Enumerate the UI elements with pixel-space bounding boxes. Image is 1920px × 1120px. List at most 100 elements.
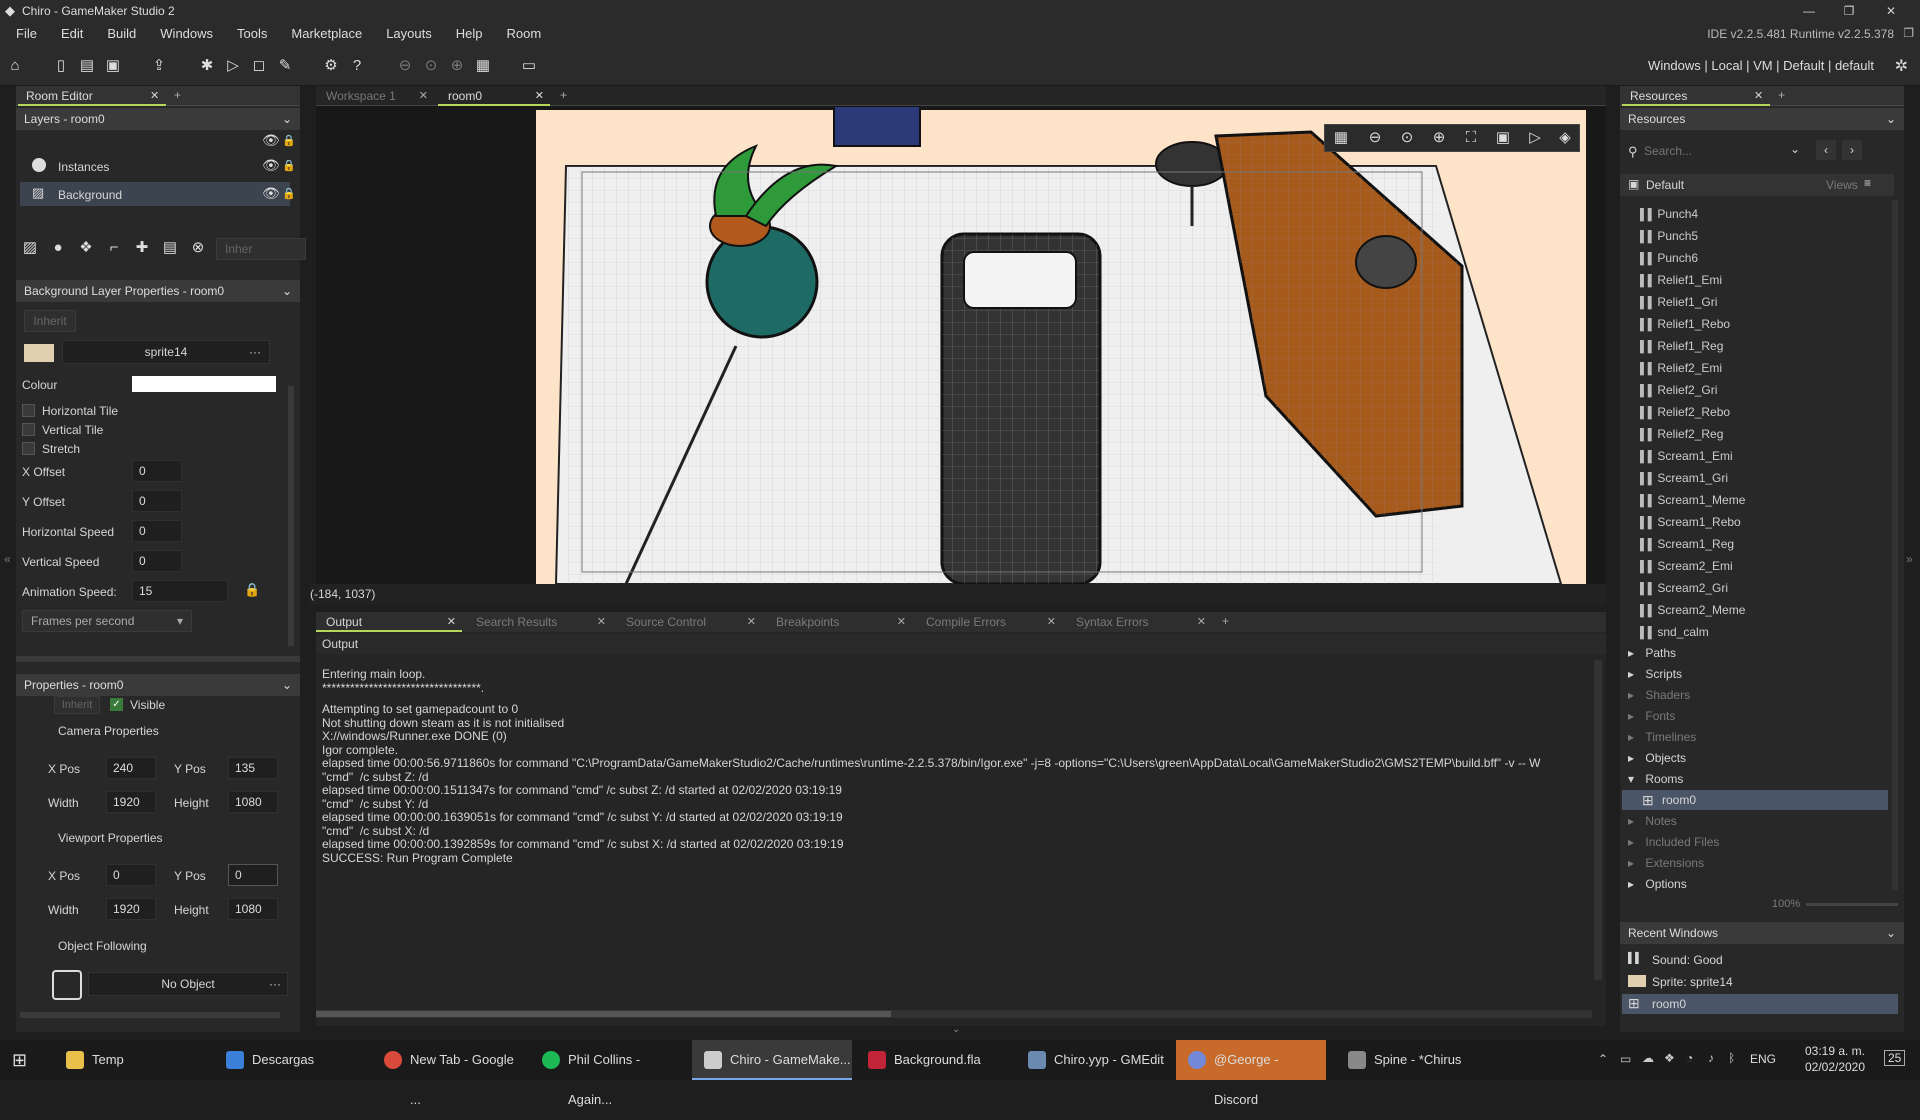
collapse-right-icon[interactable]: » xyxy=(1906,552,1913,566)
taskbar-item-chrome[interactable]: New Tab - Google ... xyxy=(372,1040,522,1107)
tab-breakpoints[interactable]: Breakpoints ✕ xyxy=(766,612,912,632)
bluetooth-icon[interactable]: ᛒ xyxy=(1728,1051,1735,1065)
debug-icon[interactable]: ✱ xyxy=(196,55,218,77)
add-asset-layer-icon[interactable]: ✚ xyxy=(130,236,154,260)
clean-icon[interactable]: ✎ xyxy=(274,55,296,77)
stretch-checkbox[interactable] xyxy=(22,442,35,455)
resource-sound-item[interactable]: ▌▌ Scream1_Rebo xyxy=(1640,512,1741,532)
lock-icon[interactable]: 🔒 xyxy=(244,582,260,598)
visible-checkbox[interactable]: ✓ xyxy=(110,698,123,711)
horizontal-scrollbar[interactable] xyxy=(20,1012,280,1018)
viewport-height-field[interactable]: 1080 xyxy=(228,898,278,920)
menu-tools[interactable]: Tools xyxy=(225,22,279,46)
minimize-icon[interactable]: — xyxy=(1794,1,1824,21)
layers-header[interactable]: Layers - room0 ⌄ xyxy=(16,108,300,130)
back-icon[interactable]: ‹ xyxy=(1816,140,1836,160)
fit-view-icon[interactable]: ⛶ xyxy=(1459,126,1483,150)
room-canvas[interactable] xyxy=(316,106,1606,584)
x-offset-field[interactable]: 0 xyxy=(132,460,182,482)
close-tab-icon[interactable]: ✕ xyxy=(1047,612,1056,632)
eye-icon[interactable]: 👁 xyxy=(262,185,280,202)
help-icon[interactable]: ? xyxy=(346,55,368,77)
resource-room-item[interactable]: ⊞ room0 xyxy=(1622,790,1888,810)
resource-sound-item[interactable]: ▌▌ Scream1_Reg xyxy=(1640,534,1734,554)
resource-sound-item[interactable]: ▌▌ Scream1_Gri xyxy=(1640,468,1728,488)
close-window-icon[interactable]: ✕ xyxy=(1876,1,1906,21)
add-tab-icon[interactable]: + xyxy=(174,88,181,102)
anim-speed-field[interactable]: 15 xyxy=(132,580,228,602)
menu-windows[interactable]: Windows xyxy=(148,22,225,46)
anim-unit-select[interactable]: Frames per second ▾ xyxy=(22,610,192,632)
folder-options[interactable]: ▸ Options xyxy=(1628,874,1687,894)
inherit-layer-button[interactable]: Inher xyxy=(216,238,306,260)
battery-icon[interactable]: ▭ xyxy=(1620,1052,1631,1066)
viewport-ypos-field[interactable]: 0 xyxy=(228,864,278,886)
add-tile-layer-icon[interactable]: ❖ xyxy=(74,236,98,260)
resource-sound-item[interactable]: ▌▌ Relief1_Gri xyxy=(1640,292,1717,312)
close-tab-icon[interactable]: ✕ xyxy=(419,86,428,106)
horizontal-scrollbar[interactable] xyxy=(16,656,300,662)
resource-sound-item[interactable]: ▌▌ Scream2_Meme xyxy=(1640,600,1745,620)
horizontal-tile-checkbox[interactable] xyxy=(22,404,35,417)
resource-sound-item[interactable]: ▌▌ Relief2_Gri xyxy=(1640,380,1717,400)
output-vertical-scrollbar[interactable] xyxy=(1594,660,1602,980)
menu-build[interactable]: Build xyxy=(95,22,148,46)
home-icon[interactable]: ⌂ xyxy=(4,55,26,77)
close-tab-icon[interactable]: ✕ xyxy=(1197,612,1206,632)
resource-sound-item[interactable]: ▌▌ Relief1_Rebo xyxy=(1640,314,1730,334)
menu-marketplace[interactable]: Marketplace xyxy=(279,22,374,46)
menu-room[interactable]: Room xyxy=(495,22,554,46)
vertical-scrollbar[interactable] xyxy=(288,386,294,646)
layer-view-icon[interactable]: ◈ xyxy=(1553,126,1577,150)
close-tab-icon[interactable]: ✕ xyxy=(535,86,544,106)
folder-included-files[interactable]: ▸ Included Files xyxy=(1628,832,1719,852)
add-path-layer-icon[interactable]: ⌐ xyxy=(102,236,126,260)
taskbar-item-temp[interactable]: Temp xyxy=(54,1040,204,1080)
delete-layer-icon[interactable]: ⊗ xyxy=(186,236,210,260)
camera-height-field[interactable]: 1080 xyxy=(228,791,278,813)
target-selector[interactable]: Windows | Local | VM | Default | default xyxy=(1648,58,1874,73)
clock[interactable]: 03:19 a. m. 02/02/2020 xyxy=(1800,1044,1870,1074)
folder-notes[interactable]: ▸ Notes xyxy=(1628,811,1677,831)
output-log[interactable]: Entering main loop. ********************… xyxy=(316,654,1592,994)
camera-view-icon[interactable]: ▣ xyxy=(1491,126,1515,150)
folder-fonts[interactable]: ▸ Fonts xyxy=(1628,706,1675,726)
lock-icon[interactable]: 🔒 xyxy=(282,134,296,147)
target-settings-icon[interactable]: ✲ xyxy=(1895,56,1908,76)
zoom-out-icon[interactable]: ⊖ xyxy=(1363,126,1387,150)
vspeed-field[interactable]: 0 xyxy=(132,550,182,572)
add-folder-icon[interactable]: ▤ xyxy=(158,236,182,260)
taskbar-item-animate[interactable]: Background.fla xyxy=(856,1040,1006,1080)
taskbar-item-gmedit[interactable]: Chiro.yyp - GMEdit xyxy=(1016,1040,1166,1080)
open-project-icon[interactable]: ▤ xyxy=(76,55,98,77)
folder-timelines[interactable]: ▸ Timelines xyxy=(1628,727,1696,747)
resource-sound-item[interactable]: ▌▌ Punch6 xyxy=(1640,248,1698,268)
play-icon[interactable]: ▷ xyxy=(1523,126,1547,150)
recent-windows-header[interactable]: Recent Windows ⌄ xyxy=(1620,922,1904,944)
taskbar-item-discord[interactable]: @George - Discord xyxy=(1176,1040,1326,1107)
sprite-selector[interactable]: sprite14 ··· xyxy=(62,340,270,364)
tab-search-results[interactable]: Search Results ✕ xyxy=(466,612,612,632)
cloud-icon[interactable]: ☁ xyxy=(1642,1051,1654,1065)
restore-icon[interactable]: ❐ xyxy=(1834,1,1864,21)
recent-item[interactable]: ⊞ room0 xyxy=(1622,994,1898,1014)
taskbar-item-spotify[interactable]: Phil Collins - Again... xyxy=(530,1040,680,1107)
folder-rooms[interactable]: ▾ Rooms xyxy=(1628,769,1683,789)
viewport-width-field[interactable]: 1920 xyxy=(106,898,156,920)
eye-icon[interactable]: 👁 xyxy=(262,157,280,174)
menu-edit[interactable]: Edit xyxy=(49,22,95,46)
expand-down-icon[interactable]: ⌄ xyxy=(952,1024,960,1035)
room-canvas-area[interactable]: ▦ ⊖ ⊙ ⊕ ⛶ ▣ ▷ ◈ xyxy=(316,106,1606,584)
export-icon[interactable]: ⇪ xyxy=(148,55,170,77)
resources-scrollbar[interactable] xyxy=(1892,200,1898,890)
room-inherit-button[interactable]: Inherit xyxy=(54,696,100,714)
zoom-in-icon[interactable]: ⊕ xyxy=(446,55,468,77)
camera-xpos-field[interactable]: 240 xyxy=(106,757,156,779)
grid-icon[interactable]: ▦ xyxy=(1329,126,1353,150)
tab-workspace[interactable]: Workspace 1 ✕ xyxy=(316,86,434,106)
volume-icon[interactable]: ♪ xyxy=(1708,1051,1714,1065)
new-project-icon[interactable]: ▯ xyxy=(50,55,72,77)
resources-tab[interactable]: Resources xyxy=(1622,86,1770,106)
recent-item[interactable]: ▌▌ Sound: Good xyxy=(1622,950,1898,970)
menu-layouts[interactable]: Layouts xyxy=(374,22,444,46)
